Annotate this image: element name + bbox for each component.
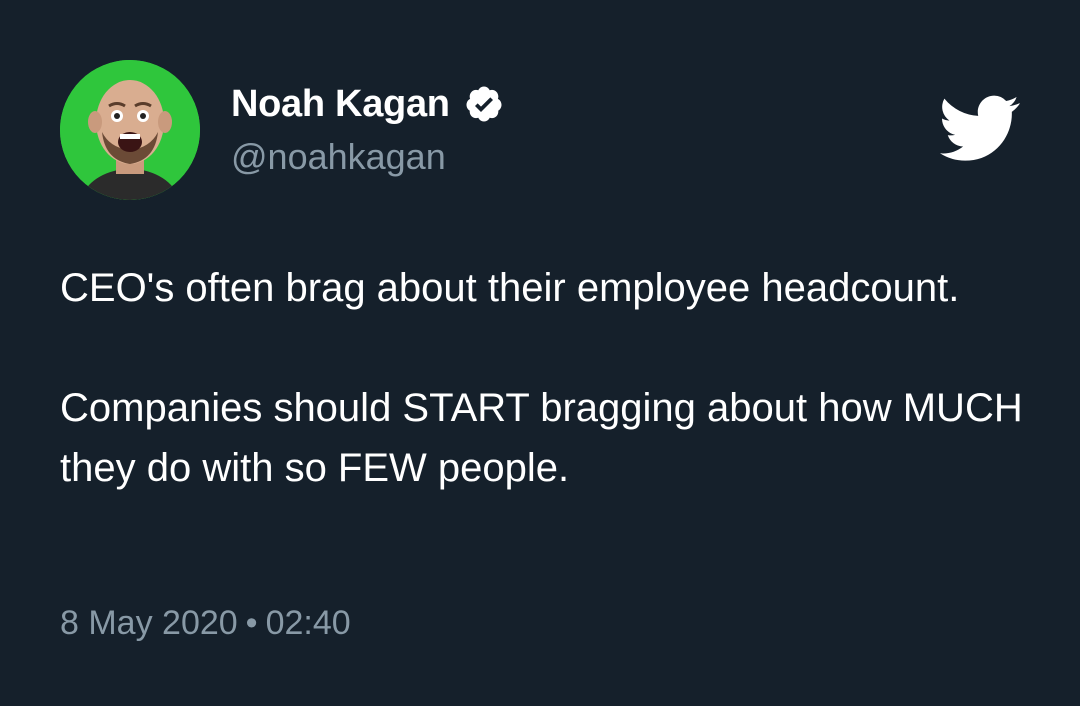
separator-dot: • [245,604,258,642]
tweet-paragraph: CEO's often brag about their employee he… [60,266,960,310]
avatar-photo [60,60,200,200]
avatar[interactable] [60,60,200,200]
twitter-bird-icon[interactable] [940,94,1020,164]
tweet-card: Noah Kagan @noahkagan CEO's often brag a… [0,0,1080,706]
tweet-paragraph: Companies should START bragging about ho… [60,386,1023,490]
tweet-text: CEO's often brag about their employee he… [60,258,1040,498]
author-name[interactable]: Noah Kagan [231,83,450,126]
tweet-time: 02:40 [265,604,351,642]
tweet-date: 8 May 2020 [60,604,238,642]
author-handle[interactable]: @noahkagan [231,136,504,178]
name-row: Noah Kagan [231,78,504,130]
tweet-timestamp[interactable]: 8 May 2020 • 02:40 [60,604,351,643]
verified-badge-icon [464,84,504,124]
author-info: Noah Kagan @noahkagan [231,78,504,178]
